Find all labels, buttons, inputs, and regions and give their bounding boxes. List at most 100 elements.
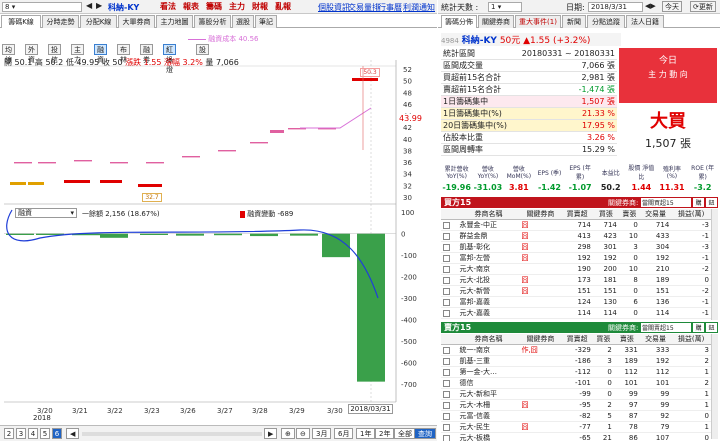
sell-scrollbar[interactable]	[711, 334, 718, 439]
row-checkbox[interactable]	[443, 434, 450, 441]
table-row[interactable]: 群益金鼎囧 413 423 10 433 -1	[441, 230, 711, 242]
table-row[interactable]: 元富-信義 -82 5 87 92 0	[441, 410, 711, 422]
table-row[interactable]: 富邦-嘉義 124 130 6 136 -1	[441, 296, 711, 308]
page-3[interactable]: 3	[16, 428, 26, 439]
tab-main-map[interactable]: 主力地圖	[156, 15, 193, 28]
date-prev-icon[interactable]: ◀▶	[645, 2, 656, 10]
table-row[interactable]: 元大-民生囧 -77 1 78 79 1	[441, 421, 711, 433]
tab-big-brokers[interactable]: 大單券商	[118, 15, 155, 28]
sell-btn2[interactable]: 鈕	[706, 323, 717, 332]
table-row[interactable]: 元大-新營囧 151 151 0 151 -2	[441, 285, 711, 297]
row-checkbox[interactable]	[443, 276, 450, 284]
table-row[interactable]: 德信 -101 0 101 101 2	[441, 377, 711, 389]
kline-chart[interactable]: 525048464442403836343230 1000-100-200-30…	[0, 30, 437, 425]
scroll-left-icon[interactable]: ◀	[66, 428, 80, 439]
row-checkbox[interactable]	[443, 254, 450, 262]
buy-scrollbar[interactable]	[711, 209, 718, 320]
tool-fin-button[interactable]: 財報	[252, 1, 268, 12]
scrollbar-track[interactable]	[82, 432, 262, 436]
row-checkbox[interactable]	[443, 243, 450, 251]
row-checkbox[interactable]	[443, 287, 450, 295]
row-checkbox[interactable]	[443, 346, 450, 354]
buy-filter-select[interactable]: 當關買超15	[641, 198, 691, 207]
link-stock-info[interactable]: 個股資訊	[318, 2, 350, 13]
next-icon[interactable]: ▶	[96, 1, 102, 10]
margin-tick: -500	[401, 338, 417, 346]
buy-btn1[interactable]: 購	[693, 198, 704, 207]
row-checkbox[interactable]	[443, 390, 450, 398]
cell: 2	[671, 377, 711, 389]
page-6[interactable]: 6	[52, 428, 62, 439]
today-button[interactable]: 今天	[662, 1, 682, 12]
cell: -2	[671, 285, 711, 297]
range-6m-button[interactable]: 6月	[334, 428, 354, 439]
link-profit-notice[interactable]: 利潤通知	[403, 2, 435, 13]
tab-chip-dist[interactable]: 籌碼分佈	[441, 15, 477, 28]
tool-chips-button[interactable]: 籌碼	[206, 1, 222, 12]
tab-institution[interactable]: 法人日籍	[626, 15, 664, 28]
table-row[interactable]: 元大-新和平 -99 0 99 99 1	[441, 388, 711, 400]
page-4[interactable]: 4	[28, 428, 38, 439]
row-checkbox[interactable]	[443, 368, 450, 376]
table-row[interactable]: 凱基-三重 -186 3 189 192 2	[441, 355, 711, 367]
table-row[interactable]: 富邦-左營囧 192 192 0 192 -1	[441, 252, 711, 264]
zoom-out-icon[interactable]: ⊖	[296, 428, 310, 439]
row-checkbox[interactable]	[443, 357, 450, 365]
table-row[interactable]: 元大-嘉義 114 114 0 114 -1	[441, 307, 711, 319]
range-3m-button[interactable]: 3月	[312, 428, 332, 439]
link-calendar[interactable]: 行事曆	[378, 2, 402, 13]
tab-chips-kline[interactable]: 籌碼K線	[1, 15, 41, 28]
range-1y-button[interactable]: 1年	[356, 428, 376, 439]
tab-events[interactable]: 重大事件(1)	[515, 15, 561, 28]
tab-picker[interactable]: 選股	[232, 15, 254, 28]
tab-branch-track[interactable]: 分點追蹤	[587, 15, 625, 28]
prev-icon[interactable]: ◀	[86, 1, 92, 10]
page-2[interactable]: 2	[4, 428, 14, 439]
row-checkbox[interactable]	[443, 412, 450, 420]
row-checkbox[interactable]	[443, 265, 450, 273]
tab-notes[interactable]: 筆記	[255, 15, 277, 28]
table-row[interactable]: 元大-南京 190 200 10 210 -2	[441, 263, 711, 275]
table-row[interactable]: 永豐金-中正囧 714 714 0 714 -3	[441, 219, 711, 231]
tab-key-brokers[interactable]: 關鍵券商	[478, 15, 514, 28]
refresh-button[interactable]: ⟳更新	[690, 1, 716, 12]
tool-view-button[interactable]: 看法	[160, 1, 176, 12]
tool-report-button[interactable]: 報表	[183, 1, 199, 12]
candle	[138, 184, 162, 187]
query-button[interactable]: 查詢	[414, 428, 436, 439]
table-row[interactable]: 統一-南京 作,囧 -329 2 331 333 3	[441, 344, 711, 356]
row-checkbox[interactable]	[443, 423, 450, 431]
row-checkbox[interactable]	[443, 221, 450, 229]
tab-dist-kline[interactable]: 分配K線	[80, 15, 117, 28]
sell-filter-select[interactable]: 當關賣超15	[641, 323, 691, 332]
sell-btn1[interactable]: 購	[693, 323, 704, 332]
margin-select[interactable]: 融資 ▾	[15, 208, 77, 218]
row-checkbox[interactable]	[443, 298, 450, 306]
cell: 181	[592, 274, 619, 286]
table-row[interactable]: 元大-板橋 -65 21 86 107 0	[441, 432, 711, 441]
stock-select[interactable]: 8 ▾	[2, 2, 82, 12]
range-2y-button[interactable]: 2年	[375, 428, 395, 439]
row-checkbox[interactable]	[443, 379, 450, 387]
tab-analysis[interactable]: 籌股分析	[194, 15, 231, 28]
row-checkbox[interactable]	[443, 401, 450, 409]
table-row[interactable]: 凱基-彰化囧 298 301 3 304 -3	[441, 241, 711, 253]
range-all-button[interactable]: 全部	[394, 428, 416, 439]
row-checkbox[interactable]	[443, 309, 450, 317]
days-select[interactable]: 1 ▾	[488, 2, 522, 12]
row-checkbox[interactable]	[443, 232, 450, 240]
link-volume-rank[interactable]: 交易量排	[348, 2, 380, 13]
date-field[interactable]: 2018/3/31	[588, 2, 643, 12]
scroll-right-icon[interactable]: ▶	[264, 428, 278, 439]
table-row[interactable]: 元大-木柵囧 -95 2 97 99 1	[441, 399, 711, 411]
table-row[interactable]: 第一金-大… -112 0 112 112 1	[441, 366, 711, 378]
tool-main-button[interactable]: 主力	[229, 1, 245, 12]
table-row[interactable]: 元大-北投囧 173 181 8 189 0	[441, 274, 711, 286]
page-5[interactable]: 5	[40, 428, 50, 439]
broker-name: 群益金鼎	[457, 230, 520, 242]
tab-news[interactable]: 新聞	[562, 15, 586, 28]
tool-misc-button[interactable]: 亂報	[275, 1, 291, 12]
tab-intraday[interactable]: 分時走勢	[42, 15, 79, 28]
buy-btn2[interactable]: 鈕	[706, 198, 717, 207]
zoom-in-icon[interactable]: ⊕	[281, 428, 295, 439]
